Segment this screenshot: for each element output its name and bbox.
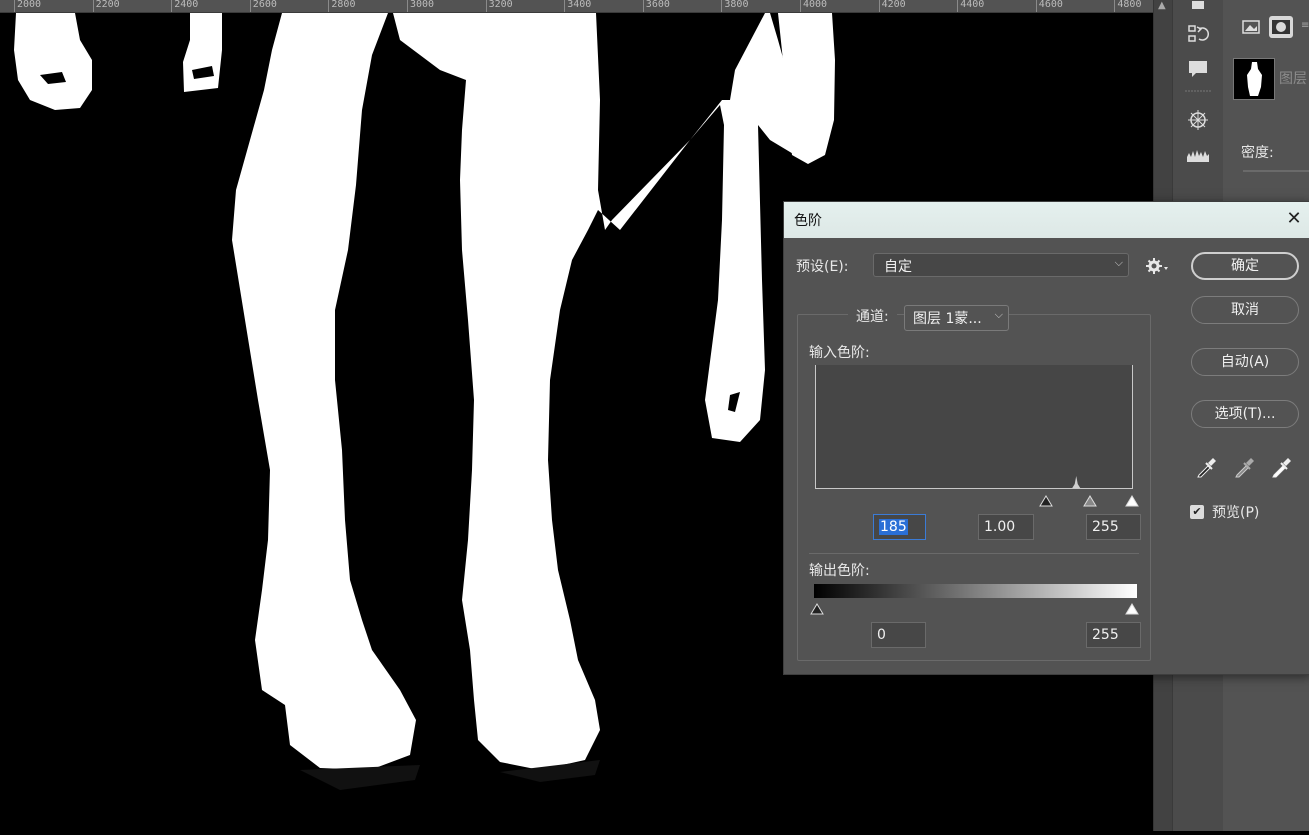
- density-label: 密度:: [1241, 145, 1274, 161]
- ruler-tick: 4200: [878, 0, 906, 12]
- channel-select[interactable]: 图层 1蒙... ⌵: [904, 305, 1009, 331]
- close-icon[interactable]: ✕: [1284, 209, 1304, 229]
- ruler-tick: 3000: [407, 0, 434, 12]
- ruler-tick: 2400: [171, 0, 198, 12]
- options-button[interactable]: 选项(T)...: [1191, 400, 1299, 428]
- histogram-plot: [1072, 476, 1081, 488]
- output-levels-label: 输出色阶:: [809, 563, 870, 579]
- input-levels-label: 输入色阶:: [809, 345, 870, 361]
- output-black-field[interactable]: 0: [871, 622, 926, 648]
- ruler-tick: 3800: [721, 0, 748, 12]
- panel-menu-icon[interactable]: ≡: [1301, 20, 1309, 31]
- input-gamma-field[interactable]: 1.00: [978, 514, 1034, 540]
- histogram-panel-icon[interactable]: [1185, 142, 1211, 166]
- channel-label: 通道:: [848, 306, 897, 326]
- channel-value: 图层 1蒙...: [913, 311, 982, 327]
- adjustments-icon[interactable]: [1185, 108, 1211, 132]
- preview-label: 预览(P): [1212, 505, 1260, 521]
- preview-checkbox[interactable]: ✔: [1190, 505, 1204, 519]
- pixel-mask-icon[interactable]: [1239, 16, 1263, 38]
- output-white-slider[interactable]: [1125, 603, 1139, 615]
- ok-button[interactable]: 确定: [1191, 252, 1299, 280]
- color-panel-icon[interactable]: [1185, 0, 1211, 20]
- chevron-down-icon: ⌵: [994, 308, 1003, 321]
- gray-eyedropper-icon[interactable]: [1234, 454, 1256, 478]
- preset-label: 预设(E):: [796, 259, 849, 275]
- input-white-slider[interactable]: [1125, 495, 1139, 507]
- layer-name-label: 图层: [1279, 71, 1307, 87]
- density-slider[interactable]: [1243, 170, 1309, 172]
- input-white-field[interactable]: 255: [1086, 514, 1141, 540]
- white-eyedropper-icon[interactable]: [1271, 454, 1293, 478]
- preset-select[interactable]: 自定 ⌵: [873, 253, 1129, 277]
- panel-grip-icon[interactable]: [1185, 86, 1211, 96]
- comment-icon[interactable]: [1185, 57, 1211, 81]
- histogram-peak: [1072, 476, 1081, 488]
- input-black-value: 185: [879, 519, 908, 535]
- preset-value: 自定: [884, 259, 912, 275]
- dialog-titlebar[interactable]: 色阶 ✕: [784, 202, 1309, 238]
- ruler-tick: 4400: [957, 0, 984, 12]
- levels-divider: [809, 553, 1139, 554]
- input-black-field[interactable]: 185: [873, 514, 926, 540]
- cancel-button[interactable]: 取消: [1191, 296, 1299, 324]
- chevron-down-icon: ⌵: [1114, 256, 1123, 269]
- ruler-tick: 3600: [642, 0, 670, 12]
- properties-tabs: ≡: [1223, 10, 1309, 48]
- output-gradient-bar: [814, 584, 1137, 598]
- scroll-up-icon[interactable]: ▲: [1158, 0, 1166, 11]
- dialog-title: 色阶: [794, 213, 822, 229]
- black-eyedropper-icon[interactable]: [1196, 454, 1218, 478]
- ruler-tick: 2000: [14, 0, 41, 12]
- ruler-tick: 3400: [564, 0, 591, 12]
- auto-button[interactable]: 自动(A): [1191, 348, 1299, 376]
- ruler-tick: 2800: [328, 0, 355, 12]
- output-white-field[interactable]: 255: [1086, 622, 1141, 648]
- histogram: [815, 365, 1133, 489]
- ruler-tick: 4000: [800, 0, 827, 12]
- history-icon[interactable]: [1185, 22, 1211, 46]
- horizontal-ruler: 2000 2200 2400 2600 2800 3000 3200 3400 3600 3800…: [0, 0, 1153, 13]
- ruler-tick: 4600: [1035, 0, 1063, 12]
- input-black-slider[interactable]: [1039, 495, 1053, 507]
- gear-icon[interactable]: [1145, 257, 1169, 275]
- output-black-slider[interactable]: [810, 603, 824, 615]
- vector-mask-icon[interactable]: [1269, 16, 1293, 38]
- ruler-tick: 2200: [92, 0, 120, 12]
- ruler-tick: 4800: [1114, 0, 1141, 12]
- ruler-tick: 2600: [249, 0, 277, 12]
- ruler-tick: 3200: [485, 0, 513, 12]
- input-gamma-slider[interactable]: [1083, 495, 1097, 507]
- levels-dialog: 色阶 ✕ 预设(E): 自定 ⌵ 确定 取消 自动(A) 选项(T)... ✔ …: [783, 201, 1309, 675]
- layer-mask-thumbnail[interactable]: [1233, 58, 1275, 100]
